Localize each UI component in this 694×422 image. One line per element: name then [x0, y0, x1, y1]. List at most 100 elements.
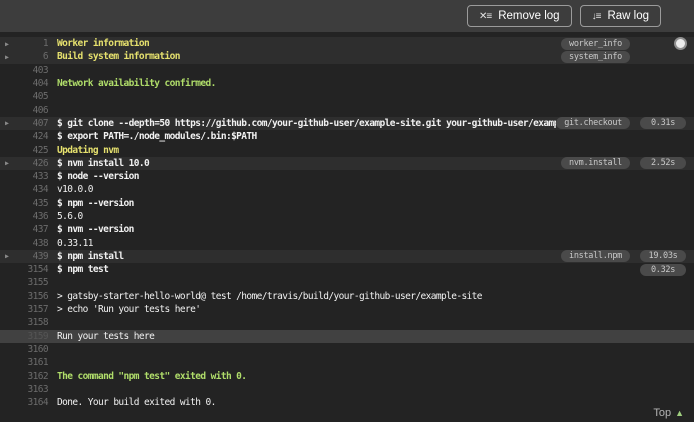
fold-toggle-icon[interactable]: ▶ — [0, 159, 18, 167]
line-number[interactable]: 404 — [18, 78, 49, 89]
line-number[interactable]: 3157 — [18, 304, 49, 315]
log-line: 433 $ node --version — [0, 170, 694, 183]
log-line-text: $ nvm install 10.0 — [57, 157, 150, 169]
log-line: 3157 > echo 'Run your tests here' — [0, 303, 694, 316]
log-line-text: Build system information — [57, 51, 180, 63]
log-line-text: Worker information — [57, 38, 150, 50]
log-line-text: > gatsby-starter-hello-world@ test /home… — [57, 290, 483, 302]
log-line-text: $ npm install — [57, 250, 124, 262]
log-line: 3161 — [0, 356, 694, 369]
line-number[interactable]: 6 — [18, 51, 49, 62]
log-line: ▶ 1 Worker information worker_info — [0, 37, 694, 51]
log-line-text: $ npm --version — [57, 197, 134, 209]
log-line-text: Network availability confirmed. — [57, 78, 216, 90]
build-log: ▶ 1 Worker information worker_info ▶ 6 B… — [0, 32, 694, 422]
log-line: 425 Updating nvm — [0, 143, 694, 156]
line-number[interactable]: 437 — [18, 224, 49, 235]
line-number[interactable]: 1 — [18, 38, 49, 49]
log-line-text: $ nvm --version — [57, 224, 134, 236]
log-line-text: $ git clone --depth=50 https://github.co… — [57, 117, 557, 129]
log-line: 437 $ nvm --version — [0, 223, 694, 236]
line-number[interactable]: 3163 — [18, 384, 49, 395]
line-number[interactable]: 434 — [18, 184, 49, 195]
remove-log-button[interactable]: ✕≡ Remove log — [467, 5, 572, 27]
log-line: ▶ 426 $ nvm install 10.0 nvm.install 2.5… — [0, 156, 694, 170]
log-line-text: 0.33.11 — [57, 237, 93, 249]
top-link-label: Top — [653, 407, 672, 419]
fold-label-badge: nvm.install — [561, 157, 630, 170]
fold-label-badge: install.npm — [561, 250, 630, 263]
log-line: ▶ 407 $ git clone --depth=50 https://git… — [0, 116, 694, 131]
scroll-knob[interactable] — [674, 37, 687, 50]
raw-log-button[interactable]: ↓≡ Raw log — [579, 5, 661, 27]
raw-log-label: Raw log — [607, 10, 649, 22]
scroll-to-top-link[interactable]: Top ▲ — [653, 407, 684, 419]
log-line: 434 v10.0.0 — [0, 183, 694, 196]
line-number[interactable]: 3160 — [18, 344, 49, 355]
line-number[interactable]: 407 — [18, 118, 49, 129]
remove-log-label: Remove log — [498, 10, 560, 22]
chevron-up-icon: ▲ — [675, 408, 684, 418]
log-line: 436 5.6.0 — [0, 210, 694, 223]
line-number[interactable]: 433 — [18, 171, 49, 182]
log-line: 424 $ export PATH=./node_modules/.bin:$P… — [0, 130, 694, 143]
line-number[interactable]: 3161 — [18, 357, 49, 368]
duration-badge: 0.31s — [640, 117, 686, 130]
log-line-badges: git.checkout 0.31s — [556, 117, 686, 130]
log-line-badges: nvm.install 2.52s — [561, 157, 686, 170]
log-line: 435 $ npm --version — [0, 197, 694, 210]
line-number[interactable]: 439 — [18, 251, 49, 262]
log-line: 3154 $ npm test 0.32s — [0, 263, 694, 276]
log-line-text: Run your tests here — [57, 330, 155, 342]
raw-log-icon: ↓≡ — [591, 10, 602, 22]
fold-toggle-icon[interactable]: ▶ — [0, 252, 18, 260]
fold-label-badge: git.checkout — [556, 117, 630, 130]
line-number[interactable]: 405 — [18, 91, 49, 102]
line-number[interactable]: 438 — [18, 238, 49, 249]
line-number[interactable]: 3155 — [18, 277, 49, 288]
log-line-badges: install.npm 19.03s — [561, 250, 686, 263]
fold-toggle-icon[interactable]: ▶ — [0, 53, 18, 61]
log-line: 405 — [0, 90, 694, 103]
line-number[interactable]: 424 — [18, 131, 49, 142]
log-line-badges: 0.32s — [640, 263, 686, 276]
log-line-badges: worker_info — [561, 37, 686, 50]
remove-log-icon: ✕≡ — [479, 10, 492, 22]
line-number[interactable]: 425 — [18, 145, 49, 156]
duration-badge: 0.32s — [640, 263, 686, 276]
line-number[interactable]: 436 — [18, 211, 49, 222]
log-line: 3164 Done. Your build exited with 0. — [0, 396, 694, 409]
log-body: ▶ 1 Worker information worker_info ▶ 6 B… — [0, 37, 694, 409]
line-number[interactable]: 3154 — [18, 264, 49, 275]
log-line-text: Updating nvm — [57, 144, 119, 156]
log-toolbar: ✕≡ Remove log ↓≡ Raw log — [0, 0, 694, 32]
log-line: ▶ 439 $ npm install install.npm 19.03s — [0, 249, 694, 264]
log-line: 404 Network availability confirmed. — [0, 77, 694, 90]
log-line: 3156 > gatsby-starter-hello-world@ test … — [0, 290, 694, 303]
log-line-text: The command "npm test" exited with 0. — [57, 370, 247, 382]
log-line: 3158 — [0, 316, 694, 329]
line-number[interactable]: 406 — [18, 105, 49, 116]
log-line: ▶ 6 Build system information system_info — [0, 50, 694, 64]
line-number[interactable]: 3158 — [18, 317, 49, 328]
log-line-text: 5.6.0 — [57, 211, 83, 222]
log-line: 3163 — [0, 383, 694, 396]
log-line: 3155 — [0, 276, 694, 289]
log-line-badges: system_info — [561, 50, 686, 63]
fold-toggle-icon[interactable]: ▶ — [0, 119, 18, 127]
line-number[interactable]: 435 — [18, 198, 49, 209]
fold-label-badge: worker_info — [561, 37, 630, 50]
line-number[interactable]: 426 — [18, 158, 49, 169]
line-number[interactable]: 3156 — [18, 291, 49, 302]
log-line: 3160 — [0, 343, 694, 356]
line-number[interactable]: 3159 — [18, 331, 49, 342]
fold-toggle-icon[interactable]: ▶ — [0, 40, 18, 48]
line-number[interactable]: 3162 — [18, 371, 49, 382]
log-line-text: v10.0.0 — [57, 184, 93, 196]
log-line: 3162 The command "npm test" exited with … — [0, 369, 694, 382]
log-line-text: Done. Your build exited with 0. — [57, 397, 216, 409]
line-number[interactable]: 403 — [18, 65, 49, 76]
fold-label-badge: system_info — [561, 50, 630, 63]
line-number[interactable]: 3164 — [18, 397, 49, 408]
log-line-text: > echo 'Run your tests here' — [57, 304, 201, 316]
